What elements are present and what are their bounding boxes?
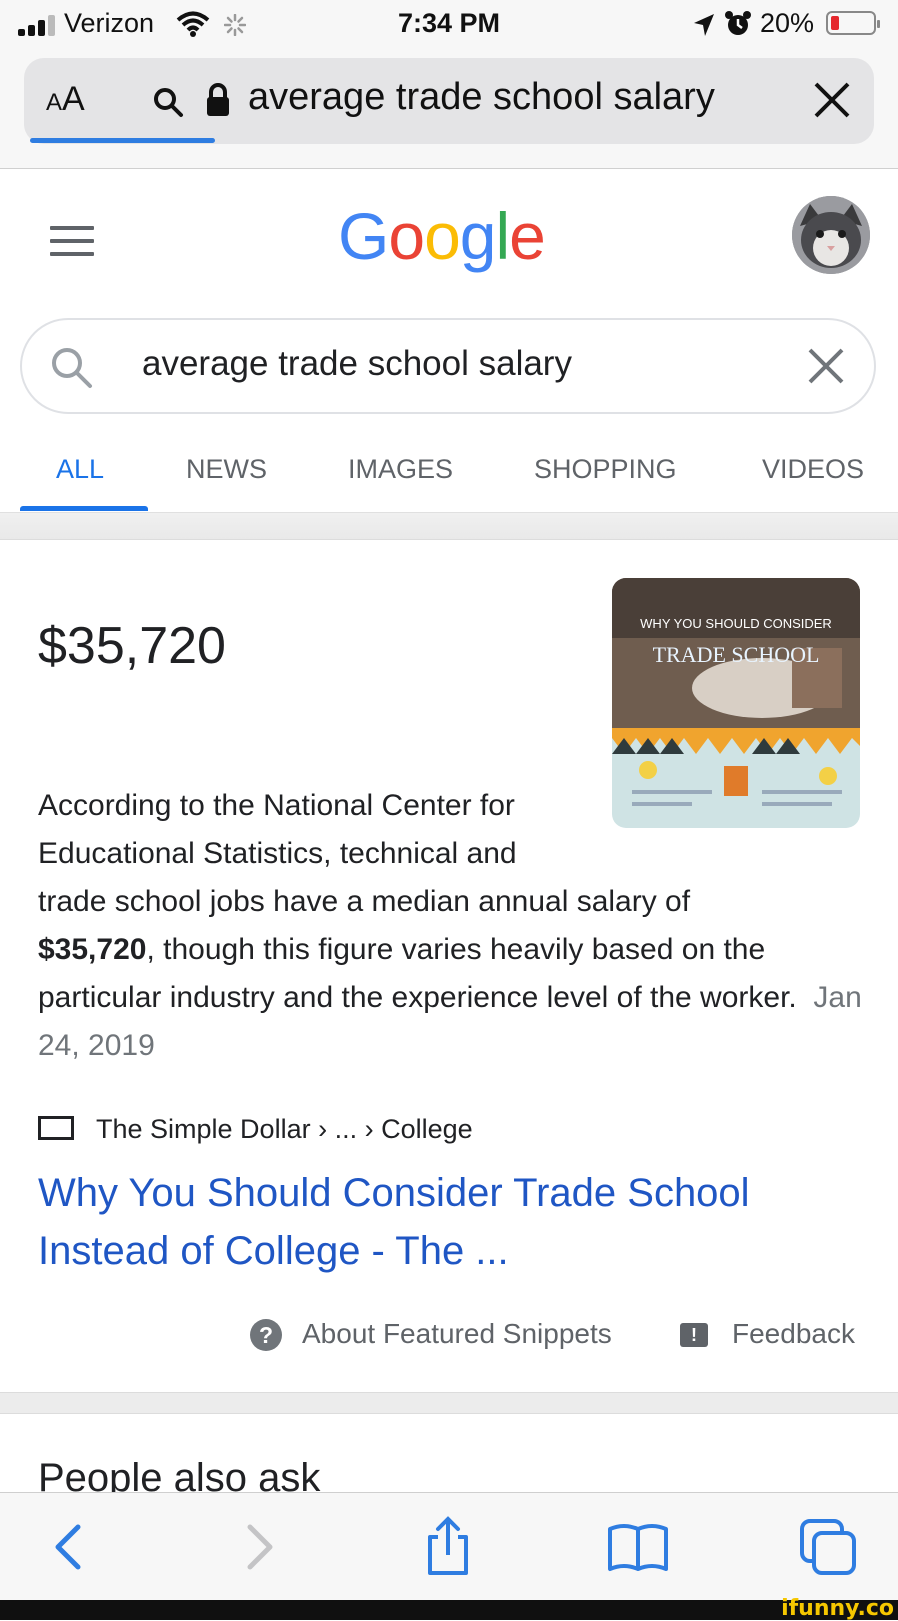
location-arrow-icon	[694, 14, 714, 36]
search-tabs: ALL NEWS IMAGES SHOPPING VIDEOS	[0, 444, 898, 512]
logo-letter: G	[338, 199, 389, 273]
source-breadcrumb-text: The Simple Dollar › ... › College	[96, 1114, 473, 1144]
about-featured-snippets[interactable]: ? About Featured Snippets	[250, 1318, 612, 1351]
search-input[interactable]: average trade school salary	[142, 344, 572, 384]
help-icon: ?	[250, 1319, 282, 1351]
browser-bottom-toolbar	[0, 1492, 898, 1601]
result-title-link[interactable]: Why You Should Consider Trade School Ins…	[38, 1164, 868, 1280]
page-load-progress-bar	[30, 138, 215, 143]
snippet-line: Educational Statistics, technical and	[38, 837, 517, 870]
search-icon[interactable]	[48, 344, 94, 390]
back-icon[interactable]	[38, 1515, 102, 1579]
snippet-bold-value: $35,720	[38, 933, 147, 966]
forward-icon[interactable]	[226, 1515, 290, 1579]
share-icon[interactable]	[416, 1515, 480, 1579]
thumbnail-overlay-title: WHY YOU SHOULD CONSIDER	[640, 616, 832, 631]
logo-letter: l	[495, 199, 511, 273]
text-size-button[interactable]: AA	[46, 80, 85, 119]
bookmarks-icon[interactable]	[606, 1515, 670, 1579]
avatar[interactable]	[792, 196, 870, 274]
address-bar[interactable]: AA average trade school salary	[24, 58, 874, 144]
google-logo[interactable]: Google	[338, 198, 546, 274]
search-box[interactable]: average trade school salary	[20, 318, 876, 414]
divider	[0, 1392, 898, 1414]
snippet-line: trade school jobs have a median annual s…	[38, 885, 691, 918]
active-tab-indicator	[20, 506, 148, 511]
search-icon	[154, 88, 183, 117]
lock-icon	[207, 83, 229, 116]
alarm-icon	[725, 11, 751, 35]
close-icon[interactable]	[808, 76, 856, 124]
tab-news[interactable]: NEWS	[186, 454, 267, 485]
logo-letter: g	[459, 199, 497, 273]
about-label: About Featured Snippets	[302, 1318, 612, 1349]
logo-letter: o	[388, 199, 425, 273]
battery-icon	[826, 11, 880, 35]
website-icon	[38, 1116, 74, 1140]
tab-shopping[interactable]: SHOPPING	[534, 454, 677, 485]
watermark: ifunny.co	[781, 1596, 894, 1621]
feedback-button[interactable]: ! Feedback	[680, 1318, 855, 1350]
thumbnail-overlay-subtitle: TRADE SCHOOL	[653, 642, 820, 667]
snippet-text: According to the National Center for Edu…	[38, 782, 868, 1070]
tab-videos[interactable]: VIDEOS	[762, 454, 864, 485]
battery-percent: 20%	[760, 8, 815, 38]
source-breadcrumb[interactable]: The Simple Dollar › ... › College	[38, 1114, 473, 1145]
feedback-icon: !	[680, 1323, 708, 1347]
featured-answer: $35,720	[38, 617, 226, 675]
tab-images[interactable]: IMAGES	[348, 454, 453, 485]
status-bar: Verizon 7:34 PM 20%	[0, 0, 898, 52]
snippet-line: According to the National Center for	[38, 789, 515, 822]
feedback-label: Feedback	[732, 1318, 855, 1349]
menu-icon[interactable]	[50, 226, 94, 256]
logo-letter: e	[509, 199, 546, 273]
divider	[0, 512, 898, 540]
url-text[interactable]: average trade school salary	[248, 76, 715, 119]
tabs-icon[interactable]	[796, 1515, 860, 1579]
watermark-strip: ifunny.co	[0, 1596, 898, 1621]
logo-letter: o	[424, 199, 461, 273]
clear-search-icon[interactable]	[804, 344, 848, 388]
snippet-continuation: , though this figure varies heavily base…	[38, 933, 797, 1014]
tab-all[interactable]: ALL	[56, 454, 104, 485]
